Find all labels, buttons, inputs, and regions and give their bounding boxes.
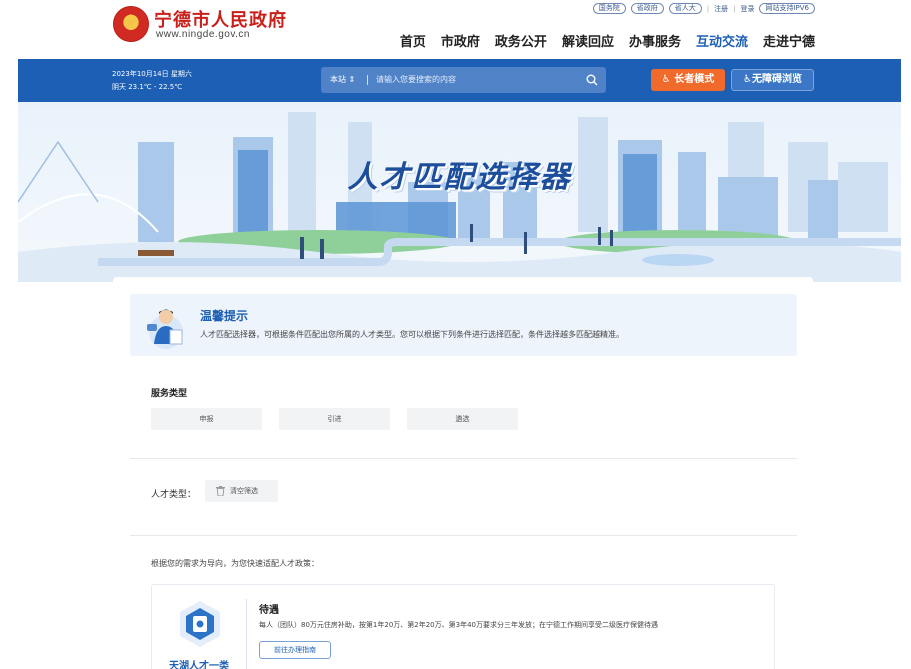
weather-text: 阴天 23.1℃ - 22.5℃ xyxy=(112,83,183,91)
policy-title: 待遇 xyxy=(259,605,279,616)
link-provincial-npc[interactable]: 省人大 xyxy=(668,3,702,14)
tip-text: 人才匹配选择器，可根据条件匹配出您所属的人才类型。您可以根据下列条件进行选择匹配… xyxy=(200,330,624,339)
search-icon[interactable] xyxy=(586,74,598,86)
guide-link-button[interactable]: 前往办理指南 xyxy=(259,641,331,659)
divider xyxy=(246,599,247,669)
nav-interpretation[interactable]: 解读回应 xyxy=(562,31,614,50)
advisor-avatar-icon xyxy=(147,309,183,349)
national-emblem-icon[interactable] xyxy=(113,6,149,42)
talent-badge-icon xyxy=(180,601,220,647)
divider: | xyxy=(706,4,710,13)
service-option-introduce[interactable]: 引进 xyxy=(279,408,390,430)
top-links: 国务院 省政府 省人大 | 注册 | 登录 网站支持IPV6 xyxy=(592,3,815,14)
accessibility-icon: ♿ xyxy=(743,74,752,85)
service-type-label: 服务类型 xyxy=(151,389,188,399)
elder-icon: ♿︎ xyxy=(661,74,671,85)
ipv6-badge: 网站支持IPV6 xyxy=(759,3,815,14)
policy-description: 每人（团队）80万元住房补助，按第1年20万、第2年20万、第3年40万要求分三… xyxy=(259,621,658,629)
selector-card: 温馨提示 人才匹配选择器，可根据条件匹配出您所属的人才类型。您可以根据下列条件进… xyxy=(113,277,813,669)
policy-card: 天湖人才一类 待遇 每人（团队）80万元住房补助，按第1年20万、第2年20万、… xyxy=(151,584,775,669)
trash-icon xyxy=(216,486,225,496)
tip-box: 温馨提示 人才匹配选择器，可根据条件匹配出您所属的人才类型。您可以根据下列条件进… xyxy=(130,294,797,356)
register-link[interactable]: 注册 xyxy=(714,4,728,14)
elder-mode-button[interactable]: ♿︎ 长者模式 xyxy=(651,69,725,91)
nav-home[interactable]: 首页 xyxy=(400,31,426,50)
hero-banner: 人才匹配选择器 xyxy=(18,102,901,282)
divider xyxy=(130,458,797,459)
guide-text: 根据您的需求为导向，为您快速适配人才政策： xyxy=(151,559,319,568)
nav-about-ningde[interactable]: 走进宁德 xyxy=(763,31,815,50)
utility-bar: 2023年10月14日 星期六 阴天 23.1℃ - 22.5℃ 本站 ⇕ 请输… xyxy=(18,59,901,102)
link-provincial-gov[interactable]: 省政府 xyxy=(630,3,664,14)
nav-interaction[interactable]: 互动交流 xyxy=(696,31,748,50)
nav-services[interactable]: 办事服务 xyxy=(629,31,681,50)
divider: | xyxy=(733,4,736,13)
nav-gov-affairs[interactable]: 政务公开 xyxy=(495,31,547,50)
service-option-selection[interactable]: 遴选 xyxy=(407,408,518,430)
tip-title: 温馨提示 xyxy=(200,309,249,323)
search-input[interactable]: 请输入您要搜索的内容 xyxy=(376,67,456,93)
clear-filter-label: 清空筛选 xyxy=(230,487,258,495)
banner-title: 人才匹配选择器 xyxy=(347,160,572,195)
date-text: 2023年10月14日 星期六 xyxy=(112,70,192,78)
talent-type-label: 人才类型： xyxy=(151,490,197,500)
clear-filter-button[interactable]: 清空筛选 xyxy=(205,480,278,502)
link-state-council[interactable]: 国务院 xyxy=(592,3,626,14)
site-url: www.ningde.gov.cn xyxy=(156,29,250,40)
search-scope-select[interactable]: 本站 ⇕ xyxy=(330,67,355,93)
service-option-declare[interactable]: 申报 xyxy=(151,408,262,430)
nav-city-gov[interactable]: 市政府 xyxy=(441,31,480,50)
search-divider xyxy=(367,75,368,85)
date-weather: 2023年10月14日 星期六 阴天 23.1℃ - 22.5℃ xyxy=(112,68,192,94)
accessibility-button[interactable]: ♿无障碍浏览 xyxy=(731,69,814,91)
search-box[interactable]: 本站 ⇕ 请输入您要搜索的内容 xyxy=(321,67,606,93)
policy-talent-name: 天湖人才一类 xyxy=(169,661,229,669)
login-link[interactable]: 登录 xyxy=(740,4,754,14)
main-nav: 首页 市政府 政务公开 解读回应 办事服务 互动交流 走进宁德 xyxy=(400,31,815,50)
divider xyxy=(130,535,797,536)
site-header: 宁德市人民政府 www.ningde.gov.cn 国务院 省政府 省人大 | … xyxy=(0,0,911,59)
